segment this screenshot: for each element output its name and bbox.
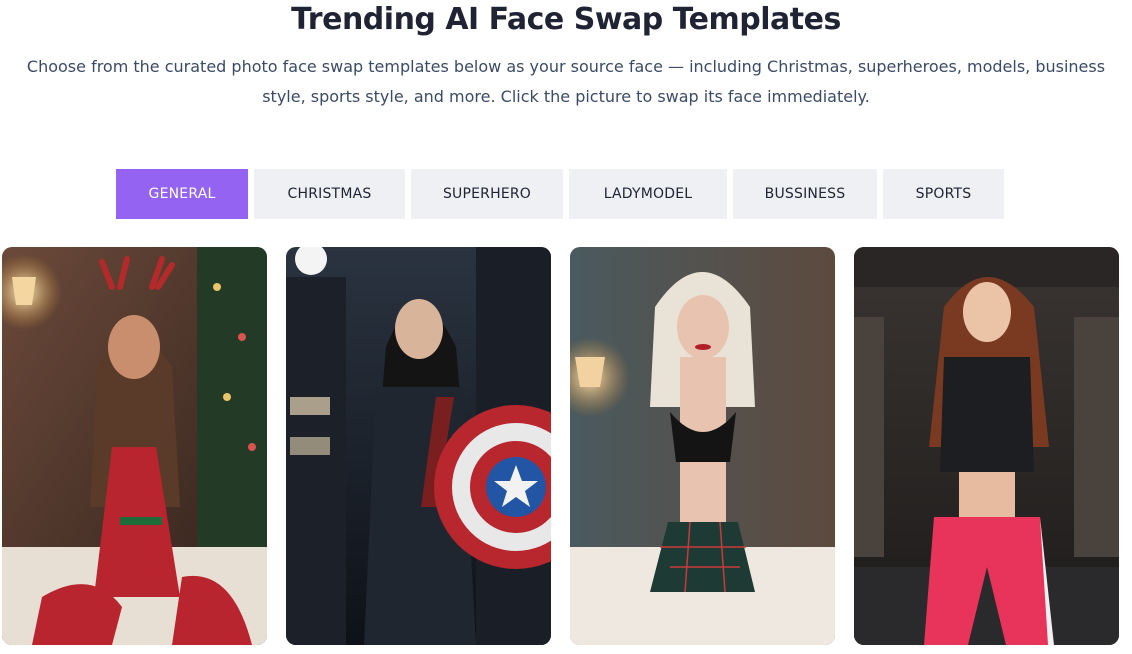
template-image-superhero — [286, 247, 551, 645]
face-swap-templates-section: Trending AI Face Swap Templates Choose f… — [0, 0, 1132, 654]
tab-bussiness[interactable]: BUSSINESS — [733, 169, 877, 219]
template-image-sports — [854, 247, 1119, 645]
template-card-christmas[interactable] — [2, 247, 267, 645]
section-title: Trending AI Face Swap Templates — [291, 2, 841, 37]
tab-sports[interactable]: SPORTS — [883, 169, 1004, 219]
category-tabs: GENERAL CHRISTMAS SUPERHERO LADYMODEL BU… — [116, 169, 1004, 219]
template-card-ladymodel[interactable] — [570, 247, 835, 645]
tab-superhero[interactable]: SUPERHERO — [411, 169, 563, 219]
template-card-superhero[interactable] — [286, 247, 551, 645]
template-grid — [2, 247, 1119, 645]
section-subtitle: Choose from the curated photo face swap … — [26, 57, 1106, 106]
template-image-ladymodel — [570, 247, 835, 645]
tab-christmas[interactable]: CHRISTMAS — [254, 169, 405, 219]
template-image-christmas — [2, 247, 267, 645]
tab-ladymodel[interactable]: LADYMODEL — [569, 169, 727, 219]
tab-general[interactable]: GENERAL — [116, 169, 248, 219]
template-card-sports[interactable] — [854, 247, 1119, 645]
